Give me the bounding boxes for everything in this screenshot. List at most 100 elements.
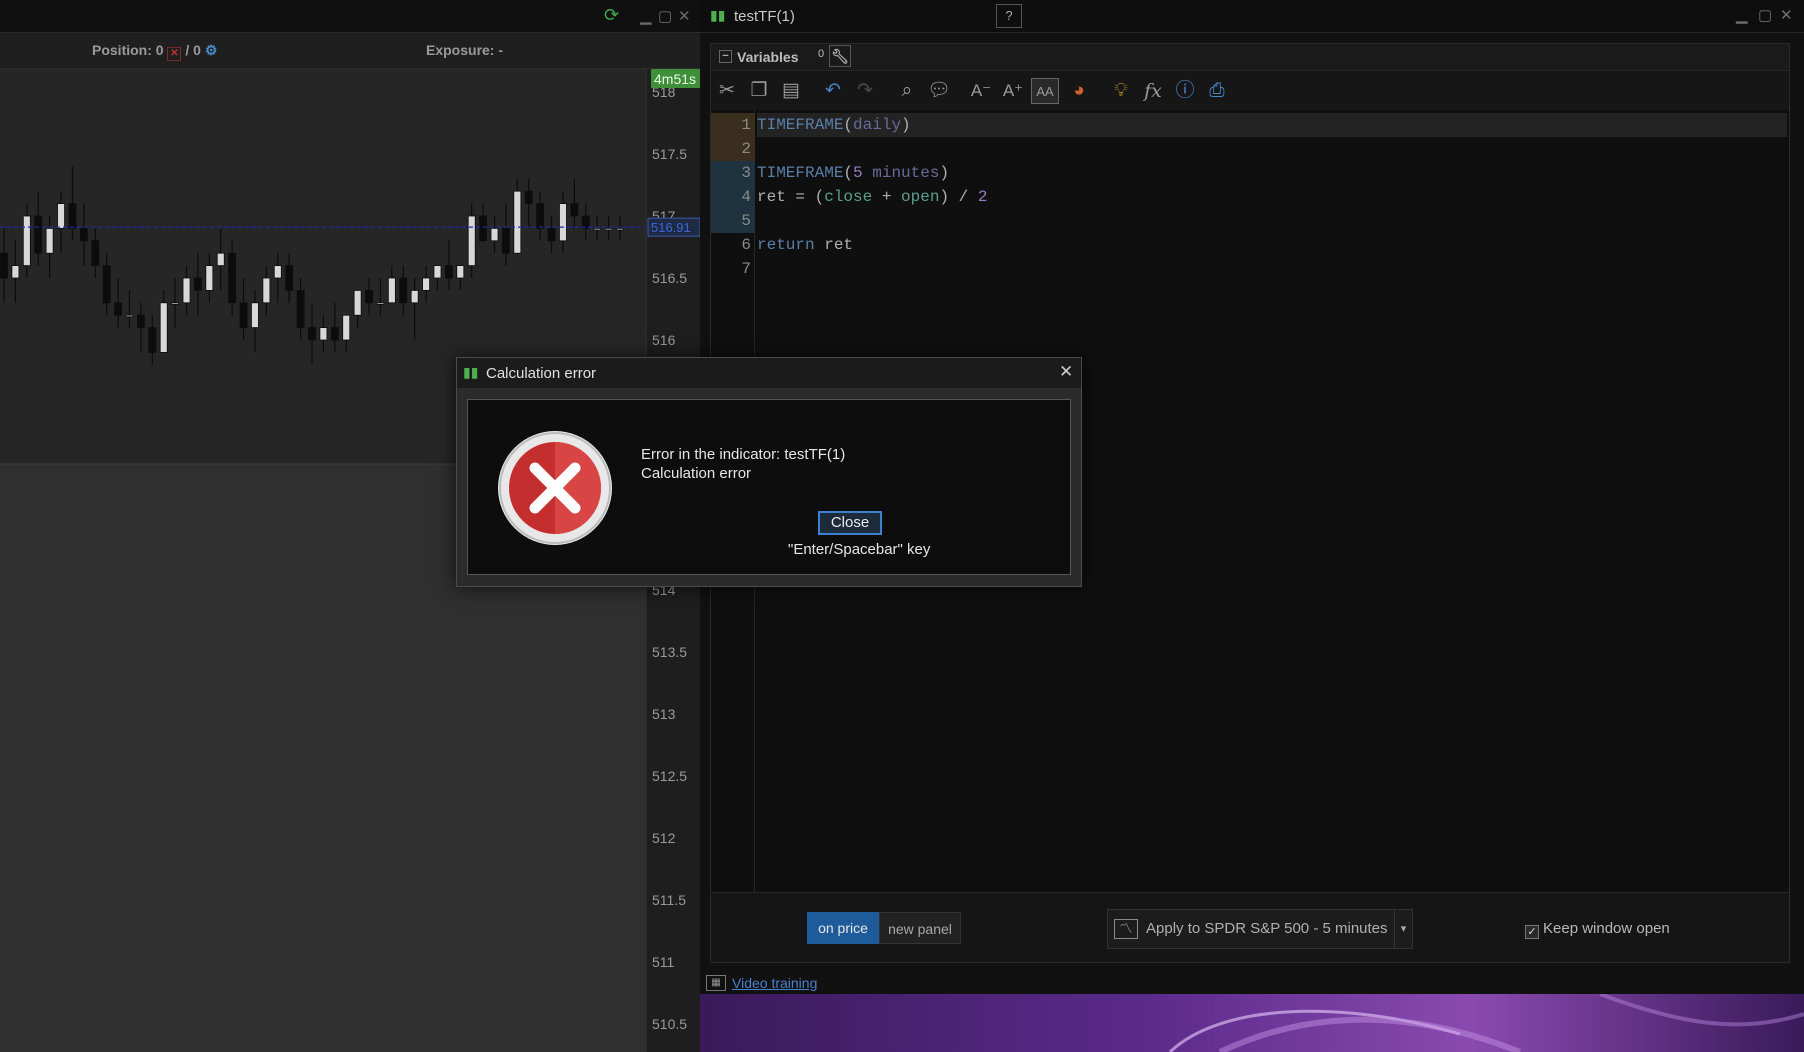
- redo-icon[interactable]: ↷: [851, 78, 879, 104]
- on-price-segment[interactable]: on price: [807, 912, 879, 944]
- candle-body: [79, 227, 88, 242]
- candle-body: [285, 265, 294, 291]
- function-icon[interactable]: fx: [1139, 78, 1167, 104]
- candle-body: [102, 265, 111, 304]
- video-training-link[interactable]: Video training: [732, 975, 817, 991]
- collapse-icon[interactable]: −: [719, 50, 732, 63]
- search-icon[interactable]: ⌕: [893, 78, 921, 104]
- variables-count: 0: [818, 48, 825, 60]
- undo-icon[interactable]: ↶: [819, 78, 847, 104]
- candle-body: [136, 314, 145, 328]
- code-token: TIMEFRAME: [757, 164, 844, 182]
- code-line[interactable]: TIMEFRAME(5 minutes): [757, 161, 949, 185]
- editor-close-icon[interactable]: ✕: [1780, 6, 1793, 24]
- price-tick-label: 511: [652, 954, 675, 970]
- help-document-icon[interactable]: ?: [996, 4, 1022, 28]
- candle-body: [194, 277, 202, 291]
- candle-body: [45, 227, 54, 254]
- help-icon[interactable]: ⓘ: [1171, 78, 1199, 104]
- key-hint: "Enter/Spacebar" key: [788, 541, 931, 558]
- variables-label: Variables: [737, 49, 799, 65]
- chart-titlebar: ⟳ ▁ ▢ ✕: [0, 0, 700, 33]
- code-token: close: [824, 188, 873, 206]
- copy-icon[interactable]: ❐: [745, 78, 773, 104]
- candle-body: [513, 190, 522, 254]
- code-token: TIMEFRAME: [757, 116, 844, 134]
- editor-title: testTF(1): [734, 8, 795, 25]
- line-number: 3: [711, 161, 755, 185]
- code-token: 5: [853, 164, 863, 182]
- dialog-body: Error in the indicator: testTF(1) Calcul…: [467, 399, 1071, 575]
- code-token: ): [901, 116, 911, 134]
- candle-body: [171, 302, 180, 305]
- code-token: (: [843, 164, 854, 182]
- candle-body: [604, 227, 613, 231]
- close-icon[interactable]: ✕: [678, 7, 691, 25]
- decrease-font-icon[interactable]: A⁻: [967, 78, 995, 104]
- editor-toolbar: ✂ ❐ ▤ ↶ ↷ ⌕ 💬︎ A⁻ A⁺ AA ◕ 💡︎ fx ⓘ ⎙: [711, 72, 1789, 110]
- line-number: 4: [711, 185, 755, 209]
- editor-maximize-icon[interactable]: ▢: [1758, 6, 1772, 24]
- chevron-down-icon[interactable]: ▾: [1394, 910, 1412, 948]
- code-line[interactable]: return ret: [757, 233, 853, 257]
- code-line[interactable]: TIMEFRAME(daily): [757, 113, 1787, 137]
- position-label: Position: 0: [92, 42, 164, 58]
- refresh-icon[interactable]: ⟳: [604, 5, 619, 26]
- new-panel-segment[interactable]: new panel: [879, 912, 961, 944]
- candle-body: [422, 277, 430, 291]
- candle-body: [125, 314, 134, 318]
- apply-button[interactable]: 〽 Apply to SPDR S&P 500 - 5 minutes ▾: [1107, 909, 1413, 949]
- paste-icon[interactable]: ▤: [777, 78, 805, 104]
- cut-icon[interactable]: ✂: [713, 78, 741, 104]
- candle-body: [365, 289, 373, 304]
- desktop-swirl: [1168, 994, 1804, 1052]
- candle-body: [444, 265, 453, 279]
- candle-body: [216, 252, 225, 266]
- price-tick-label: 517.5: [652, 146, 687, 162]
- line-number: 5: [711, 209, 755, 233]
- comment-icon[interactable]: 💬︎: [925, 78, 953, 104]
- candle-body: [593, 227, 602, 231]
- line-number: 7: [741, 260, 751, 278]
- apply-label: Apply to SPDR S&P 500 - 5 minutes: [1146, 920, 1388, 937]
- code-line[interactable]: ret = (close + open) / 2: [757, 185, 987, 209]
- error-message-line-1: Error in the indicator: testTF(1): [641, 446, 846, 463]
- candle-body: [399, 277, 408, 304]
- close-button[interactable]: Close: [818, 511, 882, 535]
- code-token: ): [939, 164, 950, 182]
- candle-body: [319, 327, 328, 341]
- editor-titlebar: ▮▮ testTF(1) ? ▁ ▢ ✕: [700, 0, 1804, 33]
- candle-body: [251, 302, 259, 329]
- wrench-icon[interactable]: 🔧︎: [829, 45, 851, 67]
- minimize-icon[interactable]: ▁: [640, 7, 652, 25]
- candle-body: [342, 314, 351, 341]
- code-token: minutes: [872, 164, 940, 182]
- lightbulb-icon[interactable]: 💡︎: [1107, 78, 1135, 104]
- print-icon[interactable]: ⎙: [1203, 78, 1231, 104]
- code-token: ret = (: [757, 188, 825, 206]
- candle-body: [330, 327, 339, 341]
- candle-body: [502, 227, 510, 254]
- error-message: Error in the indicator: testTF(1) Calcul…: [641, 445, 845, 483]
- keep-window-open-label: Keep window open: [1543, 920, 1670, 937]
- calculation-error-dialog: ▮▮ Calculation error ✕ Error in the indi…: [456, 357, 1082, 587]
- keep-window-open-checkbox[interactable]: ✓ Keep window open: [1525, 920, 1670, 939]
- checkbox-check-icon[interactable]: ✓: [1525, 925, 1539, 939]
- candle-body: [570, 203, 579, 217]
- candle-body: [559, 203, 567, 242]
- settings-gear-icon[interactable]: ⚙: [205, 42, 218, 58]
- editor-minimize-icon[interactable]: ▁: [1736, 6, 1748, 24]
- font-case-icon[interactable]: AA: [1031, 78, 1059, 104]
- code-token: return: [757, 236, 815, 254]
- maximize-icon[interactable]: ▢: [658, 7, 672, 25]
- candle-body: [273, 265, 282, 279]
- price-tick-label: 512: [652, 830, 676, 846]
- increase-font-icon[interactable]: A⁺: [999, 78, 1027, 104]
- candle-body: [376, 302, 385, 305]
- candle-body: [524, 190, 533, 204]
- code-token: (: [843, 116, 854, 134]
- color-wheel-icon[interactable]: ◕: [1065, 78, 1093, 104]
- dialog-close-icon[interactable]: ✕: [1059, 362, 1073, 382]
- desktop-background: [700, 994, 1804, 1052]
- position-close-icon[interactable]: ✕: [167, 47, 182, 61]
